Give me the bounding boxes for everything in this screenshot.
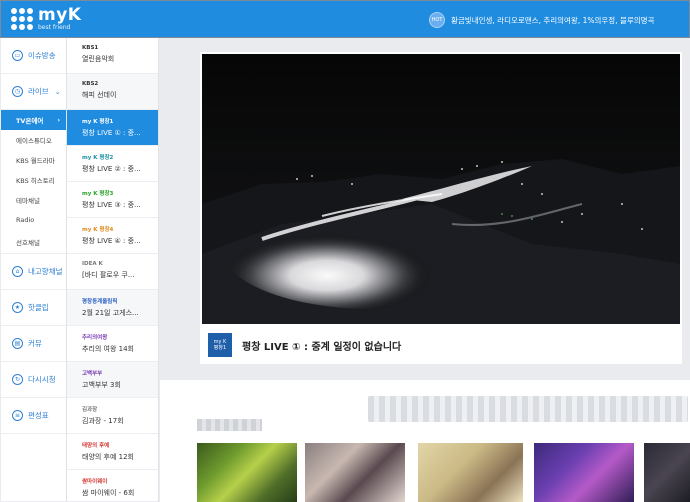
menu-label: 이슈방송 <box>28 51 56 60</box>
home-icon: ⌂ <box>12 266 23 277</box>
thumbnail-card[interactable] <box>644 443 690 502</box>
channel-item[interactable]: IDEA K [바디 팔로우 쿠... <box>67 254 158 290</box>
menu-issue-broadcast[interactable]: ▭ 이슈방송 <box>1 38 66 74</box>
channel-program: 쌈 마이웨이 - 6회 <box>82 489 135 497</box>
channel-item[interactable]: 김과장 김과장 - 17회 <box>67 398 158 434</box>
hot-ticker[interactable]: HOT 황금빛내인생, 라디오로맨스, 추리의여왕, 1%의우정, 블루의명곡 <box>429 12 654 28</box>
thumbnail-card[interactable] <box>534 443 634 502</box>
submenu-label: TV온에어 <box>16 117 44 125</box>
channel-name: my K 평창2 <box>82 155 114 161</box>
channel-item[interactable]: KBS1 열린음악회 <box>67 38 158 74</box>
ski-slope-video-frame <box>202 54 680 324</box>
list-icon: ≡ <box>12 410 23 421</box>
menu-label: 내고향채널 <box>28 267 63 276</box>
video-screen[interactable] <box>202 54 680 324</box>
submenu-kbs-world-drama[interactable]: KBS 월드라마 <box>1 150 66 170</box>
menu-hometown-channel[interactable]: ⌂ 내고향채널 <box>1 254 66 290</box>
channel-logo: my K 평창1 <box>208 333 232 357</box>
channel-item[interactable]: 평창동계올림픽 2월 21일 고게스... <box>67 290 158 326</box>
menu-label: 편성표 <box>28 411 49 420</box>
top-bar: myK best friend HOT 황금빛내인생, 라디오로맨스, 추리의여… <box>0 0 690 38</box>
video-player: my K 평창1 평창 LIVE ① : 중계 일정이 없습니다 <box>200 52 682 364</box>
channel-name: my K 평창4 <box>82 227 114 233</box>
channel-name: 고백부부 <box>82 371 103 377</box>
channel-name: 김과장 <box>82 407 98 413</box>
channel-name: IDEA K <box>82 261 103 267</box>
logo-text: myK <box>38 5 82 25</box>
channel-program: 해피 선데이 <box>82 91 117 99</box>
star-icon: ★ <box>12 302 23 313</box>
submenu-kbs-history[interactable]: KBS 히스토리 <box>1 170 66 190</box>
channel-program: 평창 LIVE ③ : 중... <box>82 201 141 209</box>
channel-name: KBS2 <box>82 81 99 87</box>
submenu-ace-studio[interactable]: 에이스튜디오 <box>1 130 66 150</box>
channel-name: 추리의여왕 <box>82 335 108 341</box>
thumbnail-card[interactable] <box>418 443 523 502</box>
video-title: 평창 LIVE ① : 중계 일정이 없습니다 <box>242 341 402 353</box>
clock-icon: ◷ <box>12 86 23 97</box>
channel-name: KBS1 <box>82 45 99 51</box>
menu-label: 다시시청 <box>28 375 56 384</box>
channel-item[interactable]: 쌈마이웨이 쌈 마이웨이 - 6회 <box>67 470 158 501</box>
channel-list: KBS1 열린음악회 KBS2 해피 선데이 my K 평창1 평창 LIVE … <box>67 38 159 501</box>
hot-badge: HOT <box>429 12 445 28</box>
blurred-section-title <box>197 419 262 431</box>
chevron-right-icon: › <box>57 116 60 124</box>
menu-schedule[interactable]: ≡ 편성표 <box>1 398 66 434</box>
left-menu: ▭ 이슈방송 ◷ 라이브 ⌄ TV온에어 › 에이스튜디오 KBS 월드라마 K… <box>1 38 67 501</box>
tv-icon: ▭ <box>12 50 23 61</box>
blurred-banner <box>368 396 688 422</box>
channel-program: 김과장 - 17회 <box>82 417 124 425</box>
menu-replay[interactable]: ↻ 다시시청 <box>1 362 66 398</box>
channel-item[interactable]: 태양의 후예 태양의 후예 12회 <box>67 434 158 470</box>
menu-label: 라이브 <box>28 87 49 96</box>
channel-item[interactable]: my K 평창3 평창 LIVE ③ : 중... <box>67 182 158 218</box>
submenu-theme-channel[interactable]: 테마채널 <box>1 190 66 210</box>
logo-subtext: best friend <box>38 24 71 31</box>
channel-item-active[interactable]: my K 평창1 평창 LIVE ① : 중... <box>67 110 158 146</box>
video-caption: my K 평창1 평창 LIVE ① : 중계 일정이 없습니다 <box>200 326 682 364</box>
channel-program: 추리의 여왕 14회 <box>82 345 134 353</box>
replay-icon: ↻ <box>12 374 23 385</box>
channel-item[interactable]: 고백부부 고백부부 3회 <box>67 362 158 398</box>
chat-icon: ▤ <box>12 338 23 349</box>
channel-item[interactable]: my K 평창4 평창 LIVE ④ : 중... <box>67 218 158 254</box>
channel-program: 열린음악회 <box>82 55 115 63</box>
logo-dots-icon <box>11 8 33 30</box>
channel-name: my K 평창3 <box>82 191 114 197</box>
channel-program: 2월 21일 고게스... <box>82 309 139 317</box>
menu-hot-clip[interactable]: ★ 핫클립 <box>1 290 66 326</box>
main-content: my K 평창1 평창 LIVE ① : 중계 일정이 없습니다 <box>160 38 690 502</box>
channel-program: 태양의 후예 12회 <box>82 453 134 461</box>
channel-program: [바디 팔로우 쿠... <box>82 271 135 279</box>
channel-program: 평창 LIVE ④ : 중... <box>82 237 141 245</box>
mykbs-logo[interactable]: myK best friend <box>11 7 81 31</box>
menu-label: 핫클립 <box>28 303 49 312</box>
thumbnail-card[interactable] <box>305 443 405 502</box>
channel-program: 고백부부 3회 <box>82 381 121 389</box>
menu-community[interactable]: ▤ 커뮤 <box>1 326 66 362</box>
channel-name: 쌈마이웨이 <box>82 479 108 485</box>
menu-label: 커뮤 <box>28 339 42 348</box>
chevron-down-icon: ⌄ <box>54 87 61 96</box>
channel-program: 평창 LIVE ② : 중... <box>82 165 141 173</box>
submenu-favorite-channel[interactable]: 선호채널 <box>1 230 66 254</box>
submenu-radio[interactable]: Radio <box>1 210 66 230</box>
channel-program: 평창 LIVE ① : 중... <box>82 129 141 137</box>
channel-item[interactable]: KBS2 해피 선데이 <box>67 74 158 110</box>
submenu-tv-onair[interactable]: TV온에어 › <box>1 110 66 130</box>
ticker-text[interactable]: 황금빛내인생, 라디오로맨스, 추리의여왕, 1%의우정, 블루의명곡 <box>451 15 654 26</box>
channel-name: 평창동계올림픽 <box>82 299 118 305</box>
channel-item[interactable]: my K 평창2 평창 LIVE ② : 중... <box>67 146 158 182</box>
channel-name: 태양의 후예 <box>82 443 110 449</box>
channel-item[interactable]: 추리의여왕 추리의 여왕 14회 <box>67 326 158 362</box>
menu-live[interactable]: ◷ 라이브 ⌄ <box>1 74 66 110</box>
channel-name: my K 평창1 <box>82 119 114 125</box>
thumbnail-card[interactable] <box>197 443 297 502</box>
